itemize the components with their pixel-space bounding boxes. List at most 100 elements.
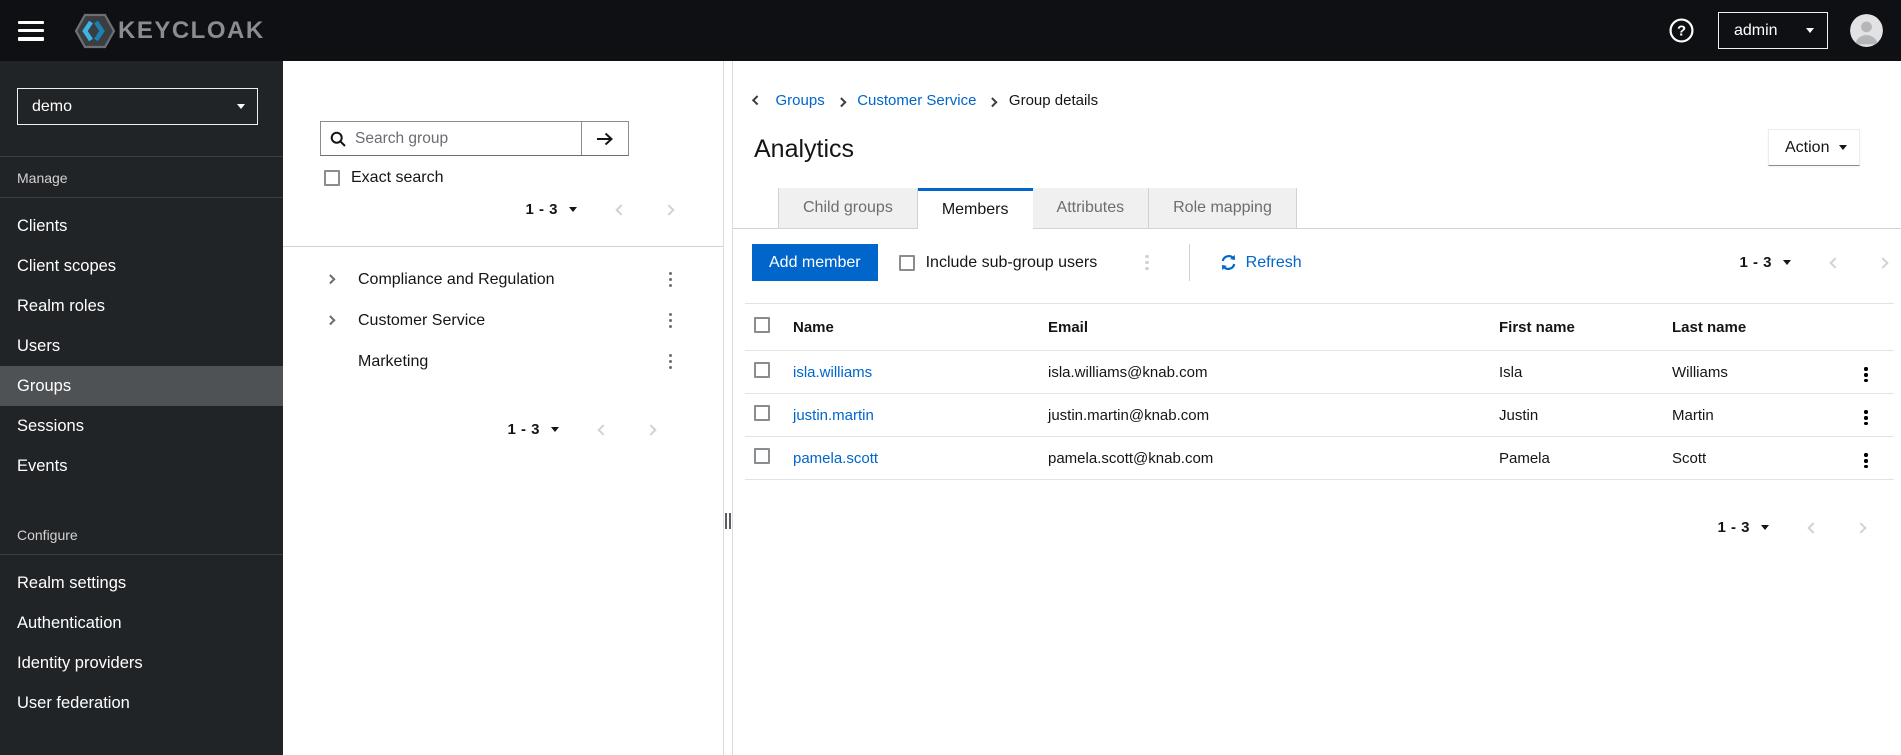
keycloak-hexagon-icon: [74, 13, 116, 48]
select-all-checkbox[interactable]: [754, 317, 770, 333]
avatar[interactable]: [1850, 14, 1883, 47]
pagination-range-dropdown[interactable]: 1 - 3: [1739, 254, 1791, 271]
pagination-range: 1 - 3: [507, 421, 540, 438]
pagination-next-button[interactable]: [1877, 256, 1889, 269]
back-chevron-icon[interactable]: [752, 95, 762, 105]
kebab-menu-icon[interactable]: [1858, 363, 1873, 386]
sidebar-item-client-scopes[interactable]: Client scopes: [0, 246, 283, 286]
pagination-range: 1 - 3: [1739, 254, 1772, 271]
exact-search-checkbox[interactable]: [324, 170, 340, 186]
group-tree: Compliance and Regulation Customer Servi…: [283, 259, 723, 382]
breadcrumb: Groups Customer Service Group details: [752, 91, 1098, 109]
sidebar-item-realm-settings[interactable]: Realm settings: [0, 563, 283, 603]
pagination-range-dropdown[interactable]: 1 - 3: [1717, 519, 1769, 536]
tab-child-groups[interactable]: Child groups: [778, 188, 918, 228]
user-menu-dropdown[interactable]: admin: [1718, 12, 1828, 49]
nav-section-manage: Manage: [17, 170, 68, 186]
chevron-down-icon: [1806, 28, 1814, 33]
chevron-right-icon: [836, 92, 846, 109]
member-email: isla.williams@knab.com: [1048, 363, 1208, 381]
sidebar-item-clients[interactable]: Clients: [0, 206, 283, 246]
group-search: [320, 121, 629, 156]
sidebar-item-authentication[interactable]: Authentication: [0, 603, 283, 643]
tab-attributes[interactable]: Attributes: [1032, 188, 1150, 228]
keycloak-logo: KEYCLOAK: [74, 11, 265, 51]
realm-selector[interactable]: demo: [17, 88, 258, 125]
member-first-name: Justin: [1499, 406, 1539, 424]
chevron-down-icon: [237, 104, 245, 109]
member-name-link[interactable]: justin.martin: [793, 407, 874, 424]
arrow-right-icon: [597, 132, 613, 145]
pagination-prev-button[interactable]: [1807, 521, 1819, 534]
search-group-input[interactable]: [355, 122, 581, 155]
row-checkbox[interactable]: [754, 405, 770, 421]
kebab-menu-icon[interactable]: [663, 268, 678, 291]
refresh-label: Refresh: [1245, 253, 1302, 271]
tab-role-mapping[interactable]: Role mapping: [1149, 188, 1297, 228]
refresh-icon: [1221, 254, 1235, 271]
member-name-link[interactable]: isla.williams: [793, 364, 872, 381]
member-name-link[interactable]: pamela.scott: [793, 450, 878, 467]
masthead: KEYCLOAK ? admin: [0, 0, 1901, 61]
panel-resize-splitter[interactable]: [723, 61, 733, 755]
sidebar-item-events[interactable]: Events: [0, 446, 283, 486]
pagination-prev-button[interactable]: [597, 423, 609, 436]
pagination-prev-button[interactable]: [615, 203, 627, 216]
include-subgroup-users-checkbox[interactable]: [898, 254, 915, 271]
breadcrumb-customer-service-link[interactable]: Customer Service: [857, 92, 976, 109]
kebab-menu-icon[interactable]: [1139, 251, 1154, 274]
column-header-first-name: First name: [1499, 318, 1575, 336]
member-first-name: Pamela: [1499, 449, 1550, 467]
group-tree-item-marketing[interactable]: Marketing: [283, 341, 723, 382]
action-dropdown[interactable]: Action: [1768, 129, 1860, 166]
pagination-range-dropdown[interactable]: 1 - 3: [525, 201, 577, 218]
sidebar-item-users[interactable]: Users: [0, 326, 283, 366]
include-subgroup-users-label: Include sub-group users: [925, 253, 1098, 271]
resize-grip-icon[interactable]: [725, 513, 731, 529]
group-details-main: Groups Customer Service Group details An…: [733, 61, 1901, 755]
row-checkbox[interactable]: [754, 362, 770, 378]
row-checkbox[interactable]: [754, 448, 770, 464]
add-member-button[interactable]: Add member: [752, 244, 878, 281]
group-tree-item-compliance-and-regulation[interactable]: Compliance and Regulation: [283, 259, 723, 300]
group-tree-item-customer-service[interactable]: Customer Service: [283, 300, 723, 341]
pagination-prev-button[interactable]: [1829, 256, 1841, 269]
help-icon[interactable]: ?: [1669, 18, 1694, 43]
group-tree-item-label: Compliance and Regulation: [358, 270, 555, 288]
breadcrumb-groups-link[interactable]: Groups: [776, 92, 825, 109]
sidebar-item-identity-providers[interactable]: Identity providers: [0, 643, 283, 683]
pagination-next-button[interactable]: [645, 423, 657, 436]
nav-toggle-hamburger-icon[interactable]: [18, 20, 44, 41]
sidebar-item-groups[interactable]: Groups: [0, 366, 283, 406]
divider: [0, 554, 283, 555]
refresh-button[interactable]: Refresh: [1220, 254, 1302, 272]
sidebar-item-user-federation[interactable]: User federation: [0, 683, 283, 723]
sidebar-item-realm-roles[interactable]: Realm roles: [0, 286, 283, 326]
search-submit-button[interactable]: [581, 122, 628, 155]
table-row: justin.martin justin.martin@knab.com Jus…: [745, 394, 1894, 437]
kebab-menu-icon[interactable]: [663, 309, 678, 332]
sidebar-item-sessions[interactable]: Sessions: [0, 406, 283, 446]
pagination-next-button[interactable]: [663, 203, 675, 216]
table-row: isla.williams isla.williams@knab.com Isl…: [745, 351, 1894, 394]
pagination-range: 1 - 3: [525, 201, 558, 218]
pagination-range-dropdown[interactable]: 1 - 3: [507, 421, 559, 438]
member-last-name: Scott: [1672, 449, 1707, 467]
nav-section-configure: Configure: [17, 527, 78, 543]
kebab-menu-icon[interactable]: [663, 350, 678, 373]
chevron-down-icon: [1783, 260, 1791, 265]
pagination-next-button[interactable]: [1855, 521, 1867, 534]
kebab-menu-icon[interactable]: [1858, 449, 1873, 472]
exact-search-label: Exact search: [351, 169, 444, 186]
tab-members[interactable]: Members: [917, 188, 1033, 229]
kebab-menu-icon[interactable]: [1858, 406, 1873, 429]
chevron-down-icon: [1761, 525, 1769, 530]
group-tree-item-label: Customer Service: [358, 311, 486, 329]
expand-chevron-icon[interactable]: [325, 274, 341, 285]
brand-text: KEYCLOAK: [118, 16, 265, 44]
member-last-name: Williams: [1672, 363, 1728, 381]
expand-chevron-icon[interactable]: [325, 315, 341, 326]
column-header-name: Name: [793, 318, 834, 336]
chevron-down-icon: [1839, 145, 1847, 150]
group-tree-pagination: 1 - 3: [507, 421, 657, 438]
